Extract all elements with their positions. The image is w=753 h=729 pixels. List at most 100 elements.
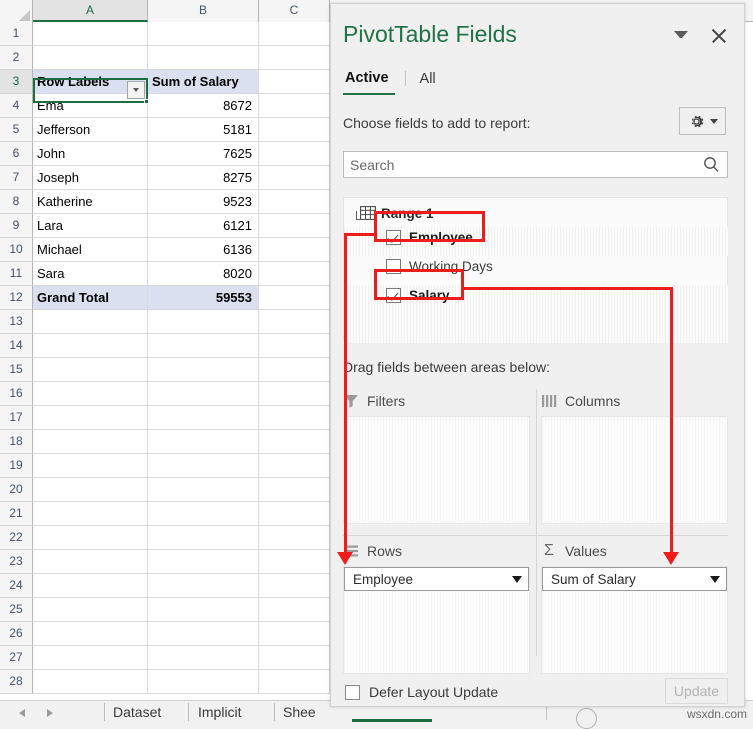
cell-B27[interactable]	[148, 646, 259, 670]
nav-left-icon[interactable]	[18, 705, 30, 721]
row-header-4[interactable]: 4	[0, 94, 33, 118]
tree-collapse-icon[interactable]	[356, 210, 366, 220]
cell-C11[interactable]	[259, 262, 330, 286]
cell-B28[interactable]	[148, 670, 259, 694]
update-button[interactable]: Update	[665, 678, 728, 704]
cell-A26[interactable]	[33, 622, 148, 646]
defer-layout-update-checkbox[interactable]	[345, 684, 360, 700]
cell-A10[interactable]: Michael	[33, 238, 148, 262]
row-labels-filter-button[interactable]	[127, 81, 145, 99]
cell-A25[interactable]	[33, 598, 148, 622]
row-header-21[interactable]: 21	[0, 502, 33, 526]
cell-B18[interactable]	[148, 430, 259, 454]
chevron-down-icon[interactable]	[512, 575, 522, 583]
area-values[interactable]: Σ Values Sum of Salary	[541, 539, 728, 674]
cell-A19[interactable]	[33, 454, 148, 478]
cell-B17[interactable]	[148, 406, 259, 430]
cell-A5[interactable]: Jefferson	[33, 118, 148, 142]
row-header-19[interactable]: 19	[0, 454, 33, 478]
row-header-18[interactable]: 18	[0, 430, 33, 454]
row-header-16[interactable]: 16	[0, 382, 33, 406]
sheet-tab-implicit[interactable]: Implicit	[198, 702, 242, 724]
row-header-28[interactable]: 28	[0, 670, 33, 694]
field-chip-rows-employee[interactable]: Employee	[344, 567, 529, 591]
cell-B9[interactable]: 6121	[148, 214, 259, 238]
field-item-employee[interactable]: Employee	[386, 230, 473, 245]
cell-B11[interactable]: 8020	[148, 262, 259, 286]
cell-A11[interactable]: Sara	[33, 262, 148, 286]
cell-C4[interactable]	[259, 94, 330, 118]
cell-A16[interactable]	[33, 382, 148, 406]
nav-right-icon[interactable]	[44, 705, 56, 721]
cell-C17[interactable]	[259, 406, 330, 430]
row-header-26[interactable]: 26	[0, 622, 33, 646]
cell-C27[interactable]	[259, 646, 330, 670]
area-dropzone-filters[interactable]	[343, 416, 530, 524]
cell-C8[interactable]	[259, 190, 330, 214]
cell-B26[interactable]	[148, 622, 259, 646]
cell-A6[interactable]: John	[33, 142, 148, 166]
area-filters[interactable]: Filters	[343, 389, 530, 524]
cell-B14[interactable]	[148, 334, 259, 358]
cell-A24[interactable]	[33, 574, 148, 598]
row-header-22[interactable]: 22	[0, 526, 33, 550]
column-header-b[interactable]: B	[148, 0, 259, 22]
search-input[interactable]	[344, 152, 694, 177]
row-header-6[interactable]: 6	[0, 142, 33, 166]
cell-A1[interactable]	[33, 22, 148, 46]
cell-B19[interactable]	[148, 454, 259, 478]
row-header-23[interactable]: 23	[0, 550, 33, 574]
cell-B1[interactable]	[148, 22, 259, 46]
field-item-working-days[interactable]: Working Days	[386, 259, 493, 274]
field-list-source-row[interactable]: Range 1	[350, 203, 434, 223]
cell-A9[interactable]: Lara	[33, 214, 148, 238]
area-dropzone-rows[interactable]: Employee	[343, 566, 530, 674]
area-dropzone-columns[interactable]	[541, 416, 728, 524]
field-checkbox-working-days[interactable]	[386, 259, 401, 274]
cell-C16[interactable]	[259, 382, 330, 406]
cell-A13[interactable]	[33, 310, 148, 334]
cell-B3[interactable]: Sum of Salary	[148, 70, 259, 94]
cell-A18[interactable]	[33, 430, 148, 454]
cell-A15[interactable]	[33, 358, 148, 382]
cell-B10[interactable]: 6136	[148, 238, 259, 262]
cell-A17[interactable]	[33, 406, 148, 430]
status-circle-icon[interactable]	[576, 708, 597, 729]
cell-C20[interactable]	[259, 478, 330, 502]
field-checkbox-salary[interactable]	[386, 288, 401, 303]
cell-A23[interactable]	[33, 550, 148, 574]
field-checkbox-employee[interactable]	[386, 230, 401, 245]
cell-A20[interactable]	[33, 478, 148, 502]
field-list-tools-button[interactable]	[679, 107, 726, 135]
row-header-1[interactable]: 1	[0, 22, 33, 46]
cell-C5[interactable]	[259, 118, 330, 142]
cell-B20[interactable]	[148, 478, 259, 502]
tab-active[interactable]: Active	[343, 68, 395, 95]
sheet-tab-sheet[interactable]: Shee	[283, 702, 316, 724]
cell-A22[interactable]	[33, 526, 148, 550]
field-chip-values-sum-of-salary[interactable]: Sum of Salary	[542, 567, 727, 591]
cell-C18[interactable]	[259, 430, 330, 454]
cell-A21[interactable]	[33, 502, 148, 526]
search-box[interactable]	[343, 151, 728, 178]
cell-B7[interactable]: 8275	[148, 166, 259, 190]
row-header-15[interactable]: 15	[0, 358, 33, 382]
field-item-salary[interactable]: Salary	[386, 288, 450, 303]
cell-C25[interactable]	[259, 598, 330, 622]
row-header-2[interactable]: 2	[0, 46, 33, 70]
tab-all[interactable]: All	[418, 69, 442, 94]
cell-C6[interactable]	[259, 142, 330, 166]
cell-A12[interactable]: Grand Total	[33, 286, 148, 310]
cell-C3[interactable]	[259, 70, 330, 94]
cell-A14[interactable]	[33, 334, 148, 358]
column-header-c[interactable]: C	[259, 0, 330, 22]
cell-C23[interactable]	[259, 550, 330, 574]
cell-B21[interactable]	[148, 502, 259, 526]
cell-B22[interactable]	[148, 526, 259, 550]
cell-C21[interactable]	[259, 502, 330, 526]
row-header-11[interactable]: 11	[0, 262, 33, 286]
row-header-27[interactable]: 27	[0, 646, 33, 670]
panel-collapse-button[interactable]	[674, 31, 688, 41]
row-header-10[interactable]: 10	[0, 238, 33, 262]
panel-close-button[interactable]	[708, 25, 730, 47]
